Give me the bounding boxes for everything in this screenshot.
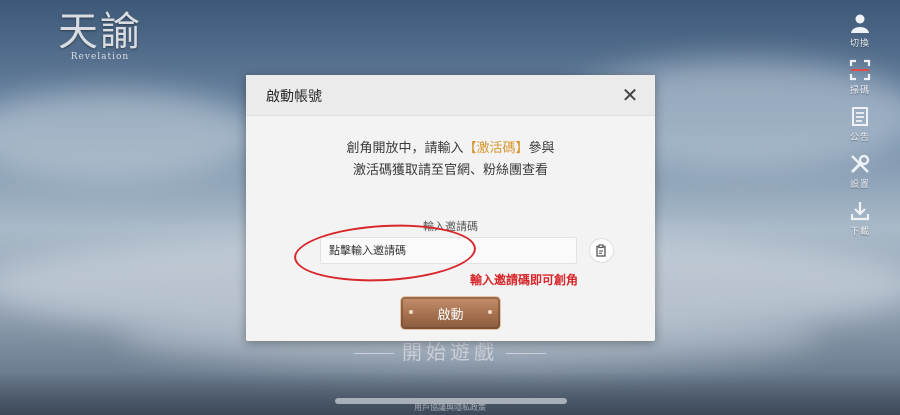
activate-label: 啟動 — [437, 307, 464, 323]
activation-code-highlight: 【激活碼】 — [463, 141, 529, 156]
side-item-label: 掃碼 — [849, 86, 870, 96]
paste-icon — [596, 244, 606, 257]
dialog-title: 啟動帳號 — [266, 89, 322, 105]
side-item-label: 公告 — [849, 133, 870, 143]
message-text: 參與 — [528, 141, 555, 156]
side-item-switch[interactable]: 切換 — [832, 12, 888, 59]
activate-account-dialog: 啟動帳號 ✕ 創角開放中，請輸入【激活碼】參與 激活碼獲取請至官網、粉絲團查看 … — [246, 75, 655, 341]
side-item-download[interactable]: 下載 — [832, 200, 888, 247]
dialog-message-line2: 激活碼獲取請至官網、粉絲團查看 — [352, 163, 548, 178]
side-item-notice[interactable]: 公告 — [832, 106, 888, 153]
notice-icon — [852, 107, 868, 126]
divider — [354, 353, 394, 354]
home-indicator[interactable] — [335, 398, 567, 404]
close-icon: ✕ — [621, 83, 639, 107]
side-item-scan[interactable]: 掃碼 — [832, 59, 888, 106]
side-item-label: 下載 — [849, 227, 870, 237]
message-text: 創角開放中，請輸入 — [346, 141, 464, 156]
scan-icon — [849, 59, 871, 81]
cloud — [0, 90, 260, 180]
game-logo: 天諭 Revelation — [58, 10, 142, 62]
side-item-settings[interactable]: 設置 — [832, 153, 888, 200]
download-icon — [850, 202, 870, 221]
side-menu: 切換 掃碼 公告 設置 下載 — [832, 12, 888, 247]
settings-icon — [850, 154, 870, 174]
divider — [506, 353, 546, 354]
side-item-label: 設置 — [849, 180, 870, 190]
activate-button[interactable]: 啟動 — [400, 296, 501, 330]
annotation-text: 輸入邀請碼即可創角 — [470, 273, 579, 287]
dialog-header: 啟動帳號 ✕ — [246, 75, 655, 116]
user-switch-icon — [851, 14, 869, 33]
decor-dot — [488, 310, 492, 314]
logo-title: 天諭 — [58, 9, 142, 55]
close-button[interactable]: ✕ — [619, 83, 641, 107]
paste-button[interactable] — [589, 238, 614, 263]
decor-dot — [409, 310, 413, 314]
side-item-label: 切換 — [849, 39, 870, 49]
dialog-message-line1: 創角開放中，請輸入【激活碼】參與 — [246, 137, 655, 156]
start-game-text: 開始遊戲 — [402, 340, 498, 364]
